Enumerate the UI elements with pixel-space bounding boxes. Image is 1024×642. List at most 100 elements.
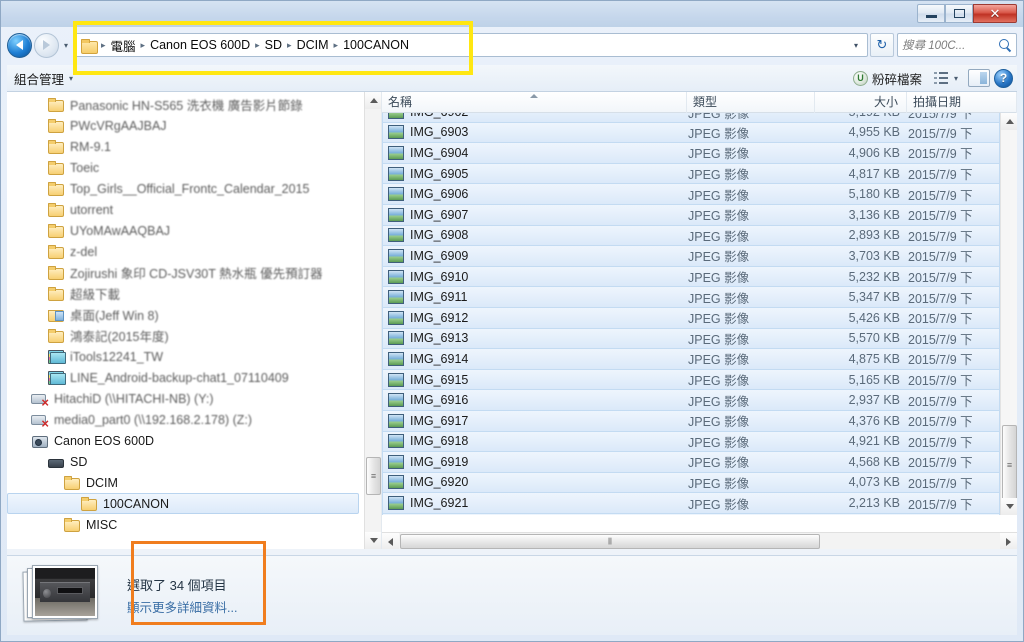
- scroll-up-button[interactable]: [365, 92, 381, 109]
- restore-button[interactable]: [945, 4, 973, 23]
- nav-tree-item[interactable]: HitachiD (\\HITACHI-NB) (Y:): [7, 388, 363, 409]
- scroll-down-button[interactable]: [365, 532, 381, 549]
- table-row[interactable]: IMG_6912 JPEG 影像 5,426 KB 2015/7/9 下: [382, 307, 1000, 329]
- table-row[interactable]: IMG_6904 JPEG 影像 4,906 KB 2015/7/9 下: [382, 143, 1000, 164]
- column-header-type[interactable]: 類型: [687, 92, 815, 113]
- forward-button[interactable]: [34, 32, 59, 58]
- table-row[interactable]: IMG_6914 JPEG 影像 4,875 KB 2015/7/9 下: [382, 349, 1000, 370]
- table-row[interactable]: IMG_6906 JPEG 影像 5,180 KB 2015/7/9 下: [382, 184, 1000, 205]
- scroll-up-button[interactable]: [1001, 113, 1017, 130]
- file-list-vertical-scrollbar[interactable]: [1000, 113, 1017, 515]
- triangle-up-icon: [1005, 119, 1014, 124]
- file-name-label: IMG_6909: [410, 248, 469, 263]
- navigation-tree: Panasonic HN-S565 洗衣機 廣告影片節錄 PWcVRgAAJBAJ…: [7, 92, 363, 549]
- file-list-horizontal-scrollbar[interactable]: [382, 532, 1017, 549]
- nav-tree-item[interactable]: MISC: [7, 514, 363, 535]
- jpeg-image-icon: [388, 187, 404, 202]
- change-view-button[interactable]: ▾: [928, 69, 964, 87]
- shred-files-button[interactable]: U 粉碎檔案: [847, 66, 928, 91]
- breadcrumb-item-computer[interactable]: 電腦: [107, 34, 140, 57]
- organize-button[interactable]: 組合管理 ▾: [7, 66, 80, 91]
- nav-tree-item[interactable]: utorrent: [7, 199, 363, 220]
- nav-tree-item[interactable]: Panasonic HN-S565 洗衣機 廣告影片節錄: [7, 94, 363, 115]
- chevron-down-icon[interactable]: ▾: [847, 41, 865, 50]
- search-input[interactable]: 搜尋 100C...: [902, 37, 998, 53]
- nav-tree-item[interactable]: UYoMAwAAQBAJ: [7, 220, 363, 241]
- table-row[interactable]: IMG_6921 JPEG 影像 2,213 KB 2015/7/9 下: [382, 493, 1000, 514]
- refresh-button[interactable]: ↻: [870, 33, 894, 57]
- selection-thumbnail-stack: [22, 564, 101, 627]
- nav-tree-item[interactable]: LINE_Android-backup-chat1_07110409: [7, 367, 363, 388]
- jpeg-image-icon: [388, 372, 404, 387]
- explorer-window: ✕ ▾ ▸ 電腦 ▸ Canon EOS 600D ▸ SD ▸ DCIM ▸ …: [0, 0, 1024, 642]
- nav-tree-item[interactable]: Top_Girls__Official_Frontc_Calendar_2015: [7, 178, 363, 199]
- table-row[interactable]: IMG_6918 JPEG 影像 4,921 KB 2015/7/9 下: [382, 431, 1000, 453]
- table-row[interactable]: IMG_6909 JPEG 影像 3,703 KB 2015/7/9 下: [382, 246, 1000, 267]
- breadcrumb-item-sd[interactable]: SD: [261, 36, 286, 54]
- nav-tree-item[interactable]: 桌面(Jeff Win 8): [7, 304, 363, 325]
- breadcrumb-item-dcim[interactable]: DCIM: [293, 36, 333, 54]
- nav-tree-item[interactable]: 鴻泰記(2015年度): [7, 325, 363, 346]
- nav-tree-item[interactable]: 100CANON: [7, 493, 359, 514]
- file-name-label: IMG_6914: [410, 351, 469, 366]
- cell-name: IMG_6917: [383, 413, 688, 428]
- search-box[interactable]: 搜尋 100C...: [897, 33, 1017, 57]
- nav-tree-item[interactable]: z-del: [7, 241, 363, 262]
- cell-name: IMG_6909: [383, 248, 688, 263]
- recent-locations-button[interactable]: ▾: [59, 41, 73, 50]
- minimize-button[interactable]: [917, 4, 945, 23]
- nav-tree-item[interactable]: PWcVRgAAJBAJ: [7, 115, 363, 136]
- file-list-scrollbar-thumb[interactable]: [1002, 425, 1017, 505]
- nav-tree-item[interactable]: iTools12241_TW: [7, 346, 363, 367]
- cell-name: IMG_6912: [383, 310, 688, 325]
- column-header-date-taken[interactable]: 拍攝日期: [907, 92, 1017, 113]
- search-icon[interactable]: [998, 38, 1012, 52]
- column-header-size[interactable]: 大小: [815, 92, 907, 113]
- back-button[interactable]: [7, 32, 32, 58]
- table-row[interactable]: IMG_6908 JPEG 影像 2,893 KB 2015/7/9 下: [382, 225, 1000, 247]
- breadcrumb-item-100canon[interactable]: 100CANON: [339, 36, 413, 54]
- table-row[interactable]: IMG_6907 JPEG 影像 3,136 KB 2015/7/9 下: [382, 204, 1000, 226]
- nav-tree-item[interactable]: 超級下載: [7, 283, 363, 304]
- jpeg-image-icon: [388, 113, 404, 120]
- nav-tree-item[interactable]: SD: [7, 451, 363, 472]
- table-row[interactable]: IMG_6919 JPEG 影像 4,568 KB 2015/7/9 下: [382, 452, 1000, 473]
- navigation-scrollbar-thumb[interactable]: [366, 457, 381, 495]
- nav-tree-item-label: HitachiD (\\HITACHI-NB) (Y:): [54, 391, 214, 406]
- table-row[interactable]: IMG_6920 JPEG 影像 4,073 KB 2015/7/9 下: [382, 472, 1000, 494]
- nav-tree-item[interactable]: Canon EOS 600D: [7, 430, 363, 451]
- table-row[interactable]: IMG_6903 JPEG 影像 4,955 KB 2015/7/9 下: [382, 122, 1000, 144]
- nav-tree-item[interactable]: DCIM: [7, 472, 363, 493]
- table-row[interactable]: IMG_6902 JPEG 影像 5,192 KB2015/7/9 下: [382, 113, 1000, 123]
- shred-files-label: 粉碎檔案: [871, 72, 922, 87]
- horizontal-scrollbar-thumb[interactable]: [400, 534, 820, 549]
- cell-date-taken: 2015/7/9 下: [908, 332, 973, 347]
- nav-tree-item[interactable]: Zojirushi 象印 CD-JSV30T 熱水瓶 優先預訂器: [7, 262, 363, 283]
- scroll-left-button[interactable]: [382, 533, 399, 549]
- nav-tree-item[interactable]: Toeic: [7, 157, 363, 178]
- table-row[interactable]: IMG_6905 JPEG 影像 4,817 KB 2015/7/9 下: [382, 163, 1000, 185]
- breadcrumb[interactable]: ▸ 電腦 ▸ Canon EOS 600D ▸ SD ▸ DCIM ▸ 100C…: [75, 33, 868, 57]
- preview-pane-toggle-button[interactable]: [968, 69, 990, 87]
- table-row[interactable]: IMG_6917 JPEG 影像 4,376 KB 2015/7/9 下: [382, 410, 1000, 432]
- table-row[interactable]: IMG_6922JPEG 影像4,257 KB2015/7/9 下: [382, 513, 1000, 515]
- table-row[interactable]: IMG_6915 JPEG 影像 5,165 KB 2015/7/9 下: [382, 369, 1000, 391]
- breadcrumb-item-canon-eos-600d[interactable]: Canon EOS 600D: [146, 36, 254, 54]
- table-row[interactable]: IMG_6911 JPEG 影像 5,347 KB 2015/7/9 下: [382, 287, 1000, 308]
- nav-tree-item[interactable]: RM-9.1: [7, 136, 363, 157]
- column-header-name[interactable]: 名稱: [382, 92, 687, 113]
- table-row[interactable]: IMG_6913 JPEG 影像 5,570 KB 2015/7/9 下: [382, 328, 1000, 350]
- nav-tree-item[interactable]: media0_part0 (\\192.168.2.178) (Z:): [7, 409, 363, 430]
- show-more-details-link[interactable]: 顯示更多詳細資料...: [127, 597, 237, 616]
- scroll-right-button[interactable]: [1000, 533, 1017, 549]
- cell-date-taken: 2015/7/9 下: [908, 168, 973, 183]
- file-name-label: IMG_6911: [410, 290, 468, 305]
- table-row[interactable]: IMG_6916 JPEG 影像 2,937 KB 2015/7/9 下: [382, 390, 1000, 411]
- table-row[interactable]: IMG_6910 JPEG 影像 5,232 KB 2015/7/9 下: [382, 266, 1000, 288]
- photo-detail: [43, 588, 52, 599]
- navigation-pane-scrollbar[interactable]: [364, 92, 381, 549]
- help-button[interactable]: ?: [994, 68, 1013, 88]
- close-button[interactable]: ✕: [973, 4, 1017, 23]
- cell-name: IMG_6911: [383, 290, 688, 305]
- scroll-down-button[interactable]: [1001, 498, 1017, 515]
